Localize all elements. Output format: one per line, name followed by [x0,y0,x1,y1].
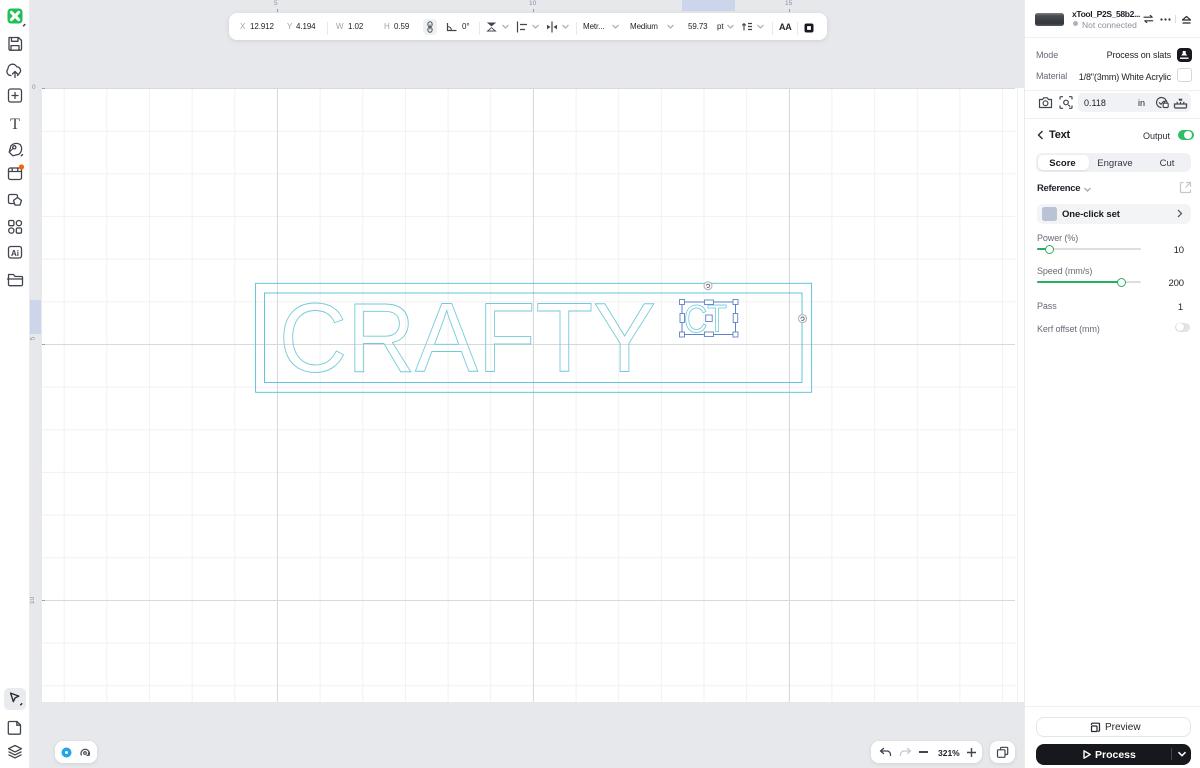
svg-text:T: T [10,116,20,133]
svg-text:CRAFTY: CRAFTY [279,283,656,393]
svg-text:Ai: Ai [11,249,19,258]
